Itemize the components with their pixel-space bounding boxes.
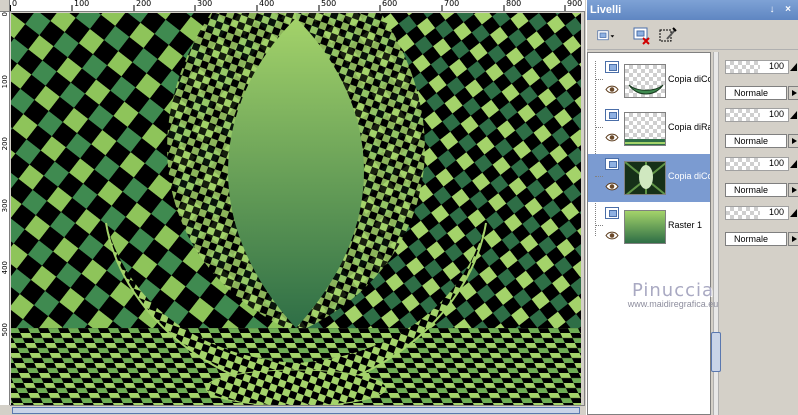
- horizontal-scrollbar[interactable]: [10, 405, 585, 415]
- opacity-slider[interactable]: 100: [725, 157, 789, 171]
- ruler-label: 300: [1, 199, 9, 213]
- delete-layer-button[interactable]: [631, 26, 653, 46]
- panel-splitter[interactable]: [711, 52, 721, 415]
- layer-thumbnail: [624, 112, 666, 146]
- ruler-label: 900: [567, 0, 583, 8]
- pin-icon[interactable]: ↓: [766, 4, 778, 16]
- ruler-label: 0: [12, 0, 18, 8]
- artwork-image: [11, 13, 581, 405]
- panel-titlebar[interactable]: Livelli ↓ ×: [587, 0, 798, 20]
- layer-name: Copia diRa: [668, 122, 711, 132]
- blend-mode-select[interactable]: Normale: [725, 183, 787, 197]
- layer-row[interactable]: Raster 1: [588, 203, 710, 251]
- opacity-preview: [726, 109, 760, 121]
- ruler-label: 300: [197, 0, 213, 8]
- eye-icon[interactable]: [605, 85, 619, 94]
- blend-mode-select[interactable]: Normale: [725, 134, 787, 148]
- ruler-label: 800: [506, 0, 522, 8]
- psp-window: 0 100 200 300 400 500 600 700 800 900 0 …: [0, 0, 798, 415]
- layer-props-row: 100 Normale: [722, 56, 798, 104]
- blend-mode-select[interactable]: Normale: [725, 232, 787, 246]
- layer-props-row: 100 Normale: [722, 104, 798, 152]
- layer-thumbnail: [624, 210, 666, 244]
- opacity-slider[interactable]: 100: [725, 60, 789, 74]
- ruler-label: 0: [1, 12, 9, 17]
- ruler-label: 200: [1, 137, 9, 151]
- new-layer-button[interactable]: [591, 26, 621, 46]
- opacity-value: 100: [768, 109, 784, 119]
- canvas-area: 0 100 200 300 400 500 600 700 800 900 0 …: [0, 0, 585, 415]
- layer-thumbnail: [624, 161, 666, 195]
- layers-palette: Livelli ↓ × Copia diCo Copia diRa Copia …: [586, 0, 798, 415]
- ruler-label: 600: [382, 0, 398, 8]
- blend-mode-dropdown-button[interactable]: [788, 232, 798, 246]
- opacity-preview: [726, 61, 760, 73]
- layer-row-selected[interactable]: Copia diCo: [588, 154, 711, 202]
- layer-row[interactable]: Copia diRa: [588, 105, 711, 153]
- raster-layer-icon: [605, 158, 619, 170]
- layer-props-row: 100 Normale: [722, 202, 798, 250]
- ruler-label: 400: [1, 261, 9, 275]
- opacity-arrow-icon[interactable]: [789, 159, 798, 169]
- delete-layer-icon: [633, 27, 650, 45]
- new-raster-layer-icon: [597, 30, 615, 41]
- ruler-corner: [0, 0, 10, 12]
- blend-mode-select[interactable]: Normale: [725, 86, 787, 100]
- opacity-value: 100: [768, 61, 784, 71]
- tree-connector: [595, 225, 603, 226]
- eye-icon[interactable]: [605, 182, 619, 191]
- opacity-slider[interactable]: 100: [725, 108, 789, 122]
- ruler-label: 700: [444, 0, 460, 8]
- opacity-arrow-icon[interactable]: [789, 110, 798, 120]
- panel-title: Livelli: [590, 4, 622, 16]
- layer-thumbnail: [624, 64, 666, 98]
- layers-list: Copia diCo Copia diRa Copia diCo Raster …: [587, 52, 711, 415]
- opacity-arrow-icon[interactable]: [789, 62, 798, 72]
- ruler-label: 500: [1, 323, 9, 337]
- layer-props-row: 100 Normale: [722, 153, 798, 201]
- splitter-grip[interactable]: [711, 332, 721, 372]
- eye-icon[interactable]: [605, 231, 619, 240]
- edit-selection-button[interactable]: [657, 26, 679, 46]
- ruler-top: 0 100 200 300 400 500 600 700 800 900: [10, 0, 585, 12]
- tree-connector: [595, 176, 603, 177]
- ruler-label: 500: [321, 0, 337, 8]
- raster-layer-icon: [605, 207, 619, 219]
- opacity-preview: [726, 207, 760, 219]
- opacity-arrow-icon[interactable]: [789, 208, 798, 218]
- opacity-preview: [726, 158, 760, 170]
- ruler-label: 100: [74, 0, 90, 8]
- blend-mode-dropdown-button[interactable]: [788, 183, 798, 197]
- ruler-label: 400: [259, 0, 275, 8]
- ruler-label: 200: [136, 0, 152, 8]
- image-canvas[interactable]: [11, 13, 581, 405]
- blend-mode-dropdown-button[interactable]: [788, 134, 798, 148]
- edit-selection-icon: [659, 27, 677, 42]
- ruler-left: 0 100 200 300 400 500: [0, 12, 10, 405]
- opacity-value: 100: [768, 207, 784, 217]
- scrollbar-thumb[interactable]: [12, 407, 580, 414]
- layer-name: Raster 1: [668, 220, 703, 230]
- raster-layer-icon: [605, 109, 619, 121]
- layer-row[interactable]: Copia diCo: [588, 57, 711, 105]
- opacity-value: 100: [768, 158, 784, 168]
- ruler-ticks: [10, 5, 566, 11]
- blend-mode-dropdown-button[interactable]: [788, 86, 798, 100]
- raster-layer-icon: [605, 61, 619, 73]
- layer-name: Copia diCo: [668, 171, 711, 181]
- eye-icon[interactable]: [605, 133, 619, 142]
- layer-properties: 100 Normale 100 Normale 100 Normale 100 …: [722, 52, 798, 415]
- tree-connector: [595, 127, 603, 128]
- ruler-label: 100: [1, 75, 9, 89]
- tree-connector: [595, 79, 603, 80]
- close-panel-icon[interactable]: ×: [782, 4, 794, 16]
- layer-name: Copia diCo: [668, 74, 711, 84]
- layers-toolbar: [587, 20, 798, 50]
- opacity-slider[interactable]: 100: [725, 206, 789, 220]
